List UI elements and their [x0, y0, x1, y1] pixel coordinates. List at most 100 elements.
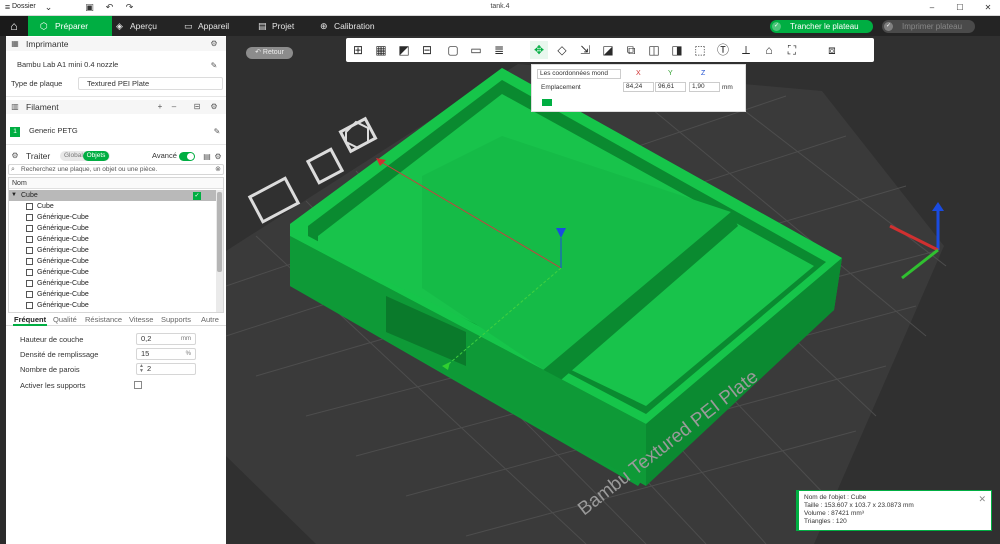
- seam-paint-icon[interactable]: ⬚: [691, 41, 709, 59]
- tab-calibration[interactable]: ⊕ Calibration: [318, 16, 398, 36]
- list-item[interactable]: Générique-Cube: [9, 234, 217, 245]
- slice-plate-button[interactable]: ✓ Trancher le plateau: [770, 20, 873, 33]
- 3d-viewport[interactable]: Bambu Textured PEI Plate ↶ Retour ⊞ ▦ ◩ …: [226, 36, 1000, 544]
- setting-unit: %: [185, 351, 191, 357]
- plate-type-value: Textured PEI Plate: [87, 79, 150, 88]
- list-item[interactable]: ▼ Cube ✓: [9, 190, 217, 201]
- tab-preparer[interactable]: ⬡ Préparer: [28, 16, 112, 36]
- settings-icon[interactable]: ⚙: [209, 102, 219, 112]
- minimize-icon[interactable]: –: [926, 2, 938, 13]
- maximize-icon[interactable]: ☐: [954, 2, 966, 13]
- list-item[interactable]: Générique-Cube: [9, 289, 217, 300]
- tab-label: Projet: [272, 21, 295, 31]
- lay-on-face-icon[interactable]: ◪: [599, 41, 617, 59]
- list-item[interactable]: Générique-Cube: [9, 223, 217, 234]
- support-paint-icon[interactable]: ◨: [668, 41, 686, 59]
- assembly-icon[interactable]: ⛶: [783, 41, 801, 59]
- unit-label: mm: [722, 84, 733, 91]
- edit-icon[interactable]: ✎: [209, 61, 219, 71]
- filament-select[interactable]: Generic PETG: [23, 125, 208, 138]
- split-objects-icon[interactable]: ▢: [444, 41, 462, 59]
- back-button[interactable]: ↶ Retour: [246, 47, 293, 59]
- remove-icon[interactable]: –: [169, 102, 179, 112]
- rotate-icon[interactable]: ◇: [553, 41, 571, 59]
- tab-label: Aperçu: [130, 21, 157, 31]
- list-item[interactable]: Générique-Cube: [9, 300, 217, 311]
- tab-projet[interactable]: ▤ Projet: [256, 16, 316, 36]
- list-item[interactable]: Générique-Cube: [9, 212, 217, 223]
- mesh-boolean-icon[interactable]: ◫: [645, 41, 663, 59]
- sync-icon[interactable]: ⊟: [192, 102, 202, 112]
- object-search-input[interactable]: ⌕ Recherchez une plaque, un objet ou une…: [8, 164, 224, 175]
- coordinate-system-select[interactable]: Les coordonnées mond: [537, 69, 621, 79]
- walls-stepper[interactable]: ▲ ▼ 2: [136, 363, 196, 375]
- z-label: Z: [701, 70, 706, 77]
- tab-autre[interactable]: Autre: [201, 315, 219, 324]
- layer-height-input[interactable]: 0,2 mm: [136, 333, 196, 345]
- split-parts-icon[interactable]: ▭: [467, 41, 485, 59]
- tab-apercu[interactable]: ◈ Aperçu: [114, 16, 184, 36]
- tab-resistance[interactable]: Résistance: [85, 315, 122, 324]
- tab-vitesse[interactable]: Vitesse: [129, 315, 153, 324]
- reset-position-icon[interactable]: [542, 99, 552, 106]
- divider: [6, 96, 226, 97]
- check-icon: ✓: [772, 22, 781, 31]
- close-window-icon[interactable]: ✕: [982, 2, 994, 13]
- close-icon[interactable]: ✕: [978, 494, 986, 505]
- list-item[interactable]: Générique-Cube: [9, 267, 217, 278]
- item-label: Générique-Cube: [37, 269, 89, 276]
- add-icon[interactable]: +: [155, 102, 165, 112]
- x-value: 84,24: [626, 83, 643, 90]
- move-icon[interactable]: ✥: [530, 41, 548, 59]
- check-icon: ✓: [884, 22, 893, 31]
- scrollbar-thumb[interactable]: [217, 192, 222, 272]
- caret-down-icon[interactable]: ▼: [11, 190, 17, 201]
- stepper-arrows-icon[interactable]: ▲ ▼: [139, 364, 144, 374]
- object-volume: Volume : 87421 mm³: [804, 510, 864, 517]
- add-object-icon[interactable]: ⊞: [349, 41, 367, 59]
- position-y-input[interactable]: 96,61: [655, 82, 686, 92]
- position-z-input[interactable]: 1,90: [689, 82, 720, 92]
- home-icon[interactable]: ⌂: [0, 16, 28, 36]
- advanced-label: Avancé: [152, 151, 177, 160]
- settings-icon[interactable]: ⚙: [209, 39, 219, 49]
- list-item[interactable]: Générique-Cube: [9, 256, 217, 267]
- settings-icon[interactable]: ⚙: [213, 152, 223, 162]
- infill-input[interactable]: 15 %: [136, 348, 196, 360]
- calibration-icon: ⊕: [320, 21, 328, 31]
- color-paint-icon[interactable]: ⌂: [760, 41, 778, 59]
- add-plate-icon[interactable]: ▦: [372, 41, 390, 59]
- measure-icon[interactable]: ⟂: [737, 41, 755, 59]
- printer-preset-select[interactable]: Bambu Lab A1 mini 0.4 nozzle: [9, 59, 209, 72]
- cut-icon[interactable]: ⧉: [622, 41, 640, 59]
- variable-layer-icon[interactable]: ≣: [490, 41, 508, 59]
- seg-global[interactable]: Global: [64, 151, 83, 161]
- list-item[interactable]: Générique-Cube: [9, 245, 217, 256]
- view-options-icon[interactable]: ⧈: [823, 41, 841, 59]
- tab-qualite[interactable]: Qualité: [53, 315, 77, 324]
- supports-checkbox[interactable]: [134, 381, 142, 389]
- seg-objects[interactable]: Objets: [83, 151, 109, 161]
- print-plate-button[interactable]: ✓ Imprimer plateau: [882, 20, 975, 33]
- part-icon: [26, 280, 33, 287]
- clear-icon[interactable]: ⊗: [215, 165, 221, 174]
- process-icon: ⚙: [11, 151, 19, 160]
- scale-icon[interactable]: ⇲: [576, 41, 594, 59]
- tab-frequent[interactable]: Fréquent: [14, 315, 46, 324]
- list-scrollbar[interactable]: [216, 190, 223, 312]
- compare-icon[interactable]: ▤: [202, 152, 212, 162]
- list-item[interactable]: Générique-Cube: [9, 278, 217, 289]
- tab-appareil[interactable]: ▭ Appareil: [182, 16, 252, 36]
- list-item[interactable]: Cube: [9, 201, 217, 212]
- check-icon[interactable]: ✓: [193, 192, 201, 200]
- edit-icon[interactable]: ✎: [212, 127, 222, 137]
- tab-supports[interactable]: Supports: [161, 315, 191, 324]
- coordinates-panel: Les coordonnées mond X Y Z Emplacement 8…: [531, 64, 746, 112]
- advanced-toggle[interactable]: [179, 152, 195, 161]
- position-x-input[interactable]: 84,24: [623, 82, 654, 92]
- text-shape-icon[interactable]: Ⓣ: [714, 41, 732, 59]
- auto-orient-icon[interactable]: ◩: [395, 41, 413, 59]
- arrange-icon[interactable]: ⊟: [418, 41, 436, 59]
- plate-type-select[interactable]: Textured PEI Plate: [78, 77, 223, 90]
- global-objects-switch[interactable]: Global Objets: [60, 151, 110, 161]
